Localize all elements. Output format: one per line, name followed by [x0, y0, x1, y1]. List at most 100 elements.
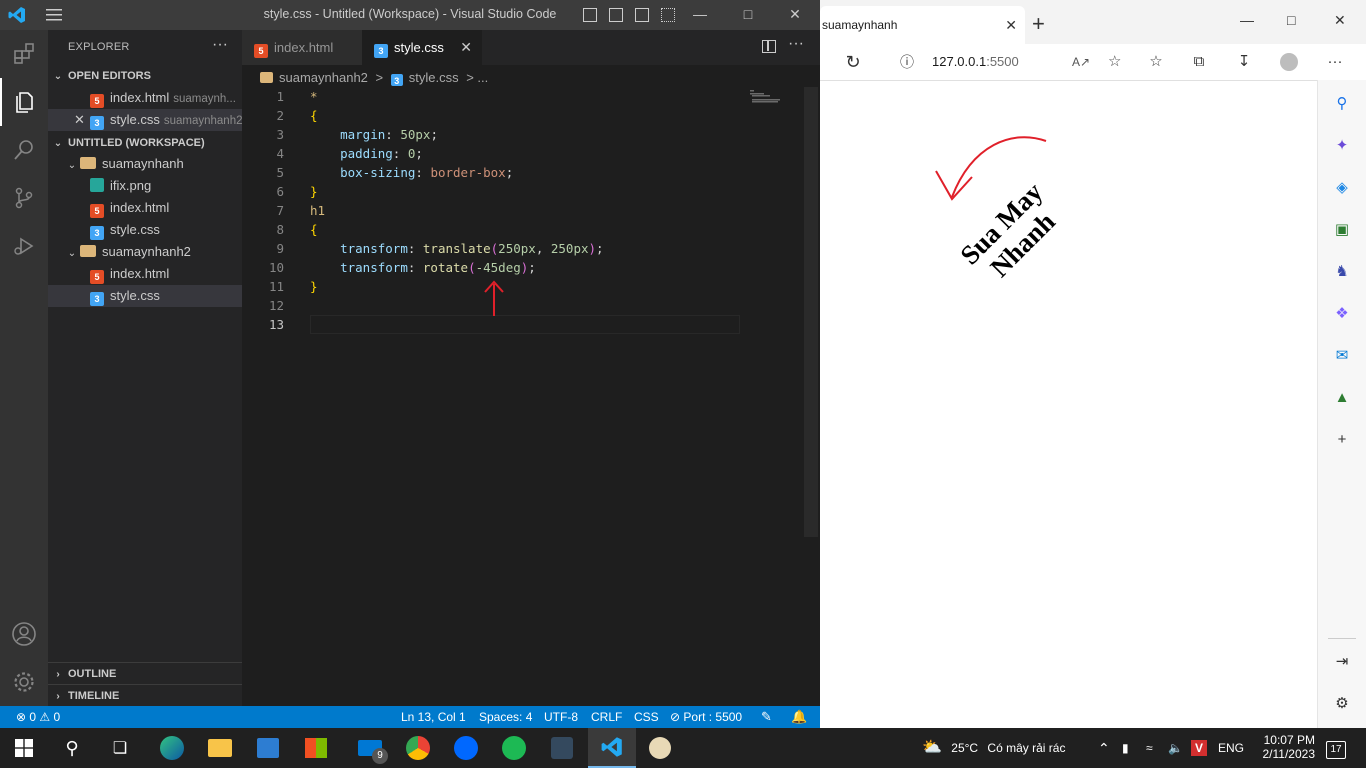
settings-more-icon[interactable]: ···: [1326, 53, 1344, 71]
accounts-icon[interactable]: [0, 610, 48, 658]
search-icon[interactable]: ⚲: [1332, 94, 1352, 114]
file-explorer-app-icon[interactable]: [196, 728, 244, 768]
explorer-more-button[interactable]: ···: [212, 36, 228, 54]
hide-sidebar-icon[interactable]: ⇥: [1332, 652, 1352, 672]
taskbar-search-icon[interactable]: ⚲: [48, 728, 96, 768]
outline-header[interactable]: › OUTLINE: [48, 662, 242, 684]
input-language[interactable]: ENG: [1218, 728, 1244, 768]
clock[interactable]: 10:07 PM 2/11/2023: [1255, 728, 1316, 768]
collections-icon[interactable]: ⧉: [1190, 53, 1208, 71]
close-button[interactable]: ✕: [785, 6, 805, 24]
manage-gear-icon[interactable]: [0, 658, 48, 706]
breadcrumb-folder[interactable]: suamaynhanh2: [279, 70, 368, 85]
refresh-icon[interactable]: ↻: [844, 53, 862, 71]
editor-more-icon[interactable]: ···: [788, 35, 804, 53]
file-style-css-2[interactable]: 3 style.css: [48, 285, 242, 307]
volume-icon[interactable]: 🔈: [1168, 728, 1183, 768]
close-tab-icon[interactable]: ✕: [1005, 6, 1017, 44]
copilot-sparkle-icon[interactable]: ✦: [1332, 136, 1352, 156]
read-aloud-icon[interactable]: A↗: [1072, 47, 1090, 77]
chrome-app-icon[interactable]: [394, 728, 442, 768]
tools-icon[interactable]: ▣: [1332, 220, 1352, 240]
source-control-icon[interactable]: [0, 174, 48, 222]
file-index-html[interactable]: 5 index.html: [48, 197, 242, 219]
vscode-app-icon[interactable]: [588, 728, 636, 768]
start-button[interactable]: [0, 728, 48, 768]
run-debug-icon[interactable]: [0, 222, 48, 270]
site-info-icon[interactable]: ⓘ: [900, 47, 914, 77]
folder-suamaynhanh2[interactable]: ⌄ suamaynhanh2: [48, 241, 242, 263]
close-button[interactable]: ✕: [1334, 12, 1346, 29]
downloads-icon[interactable]: ↧: [1235, 53, 1253, 71]
open-editor-style-css[interactable]: ✕ 3 style.css suamaynhanh2: [48, 109, 242, 131]
toggle-panel-icon[interactable]: [609, 8, 623, 22]
edge-app-icon[interactable]: [148, 728, 196, 768]
code-line-3: margin: 50px;: [340, 127, 438, 142]
address-bar[interactable]: ⓘ 127.0.0.1:5500 A↗ ☆: [882, 47, 1132, 77]
split-editor-icon[interactable]: [762, 40, 776, 53]
toggle-secondary-sidebar-icon[interactable]: [635, 8, 649, 22]
menu-icon[interactable]: [46, 8, 62, 22]
search-icon[interactable]: [0, 126, 48, 174]
sql-app-icon[interactable]: [538, 728, 586, 768]
workspace-header[interactable]: ⌄ UNTITLED (WORKSPACE): [48, 132, 242, 154]
wifi-icon[interactable]: ≈: [1146, 728, 1153, 768]
indentation-status[interactable]: Spaces: 4: [479, 706, 532, 728]
notifications-icon[interactable]: 17: [1326, 728, 1346, 768]
zalo-app-icon[interactable]: [442, 728, 490, 768]
live-server-port[interactable]: ⊘ Port : 5500: [670, 706, 742, 728]
open-editors-header[interactable]: ⌄ OPEN EDITORS: [48, 65, 242, 87]
folder-icon: [260, 72, 273, 83]
encoding-status[interactable]: UTF-8: [544, 706, 578, 728]
sidebar-settings-gear-icon[interactable]: ⚙: [1332, 694, 1352, 714]
notifications-bell-icon[interactable]: 🔔: [791, 706, 807, 728]
minimize-button[interactable]: —: [690, 6, 710, 24]
close-editor-icon[interactable]: ✕: [74, 109, 90, 131]
weather-widget[interactable]: ⛅ 25°C Có mây rải rác: [922, 728, 1065, 768]
maximize-button[interactable]: □: [1287, 12, 1295, 28]
customize-layout-icon[interactable]: [661, 8, 675, 22]
open-editor-index-html[interactable]: 5 index.html suamaynh...: [48, 87, 242, 109]
add-sidebar-app-icon[interactable]: +: [1332, 430, 1352, 450]
task-view-icon[interactable]: ❏: [96, 728, 144, 768]
breadcrumb-file[interactable]: style.css: [409, 70, 459, 85]
spotify-app-icon[interactable]: [490, 728, 538, 768]
file-ifix-png[interactable]: ifix.png: [48, 175, 242, 197]
timeline-header[interactable]: › TIMELINE: [48, 684, 242, 706]
problems-status[interactable]: ⊗ 0 ⚠ 0: [16, 706, 60, 728]
tab-style-css[interactable]: 3 style.css ✕: [362, 30, 482, 65]
profile-avatar[interactable]: [1280, 53, 1298, 71]
eol-status[interactable]: CRLF: [591, 706, 622, 728]
new-tab-button[interactable]: +: [1032, 12, 1045, 36]
shopping-tag-icon[interactable]: ◈: [1332, 178, 1352, 198]
extensions-icon[interactable]: [0, 30, 48, 78]
folder-suamaynhanh[interactable]: ⌄ suamaynhanh: [48, 153, 242, 175]
outlook-icon[interactable]: ✉: [1332, 346, 1352, 366]
add-favorite-icon[interactable]: ☆: [1108, 47, 1121, 77]
close-tab-icon[interactable]: ✕: [460, 30, 472, 65]
antivirus-icon[interactable]: V: [1191, 728, 1207, 768]
maximize-button[interactable]: □: [738, 6, 758, 24]
language-mode[interactable]: CSS: [634, 706, 659, 728]
editor-scrollbar[interactable]: [804, 87, 818, 537]
file-style-css[interactable]: 3 style.css: [48, 219, 242, 241]
minimap[interactable]: [750, 90, 810, 120]
explorer-icon[interactable]: [0, 78, 48, 126]
minimize-button[interactable]: —: [1240, 12, 1254, 28]
store-app-icon[interactable]: [292, 728, 340, 768]
drop-tree-icon[interactable]: ▲: [1332, 388, 1352, 408]
file-index-html-2[interactable]: 5 index.html: [48, 263, 242, 285]
show-hidden-icons-chevron-up-icon[interactable]: ⌃: [1098, 728, 1110, 768]
photos-app-icon[interactable]: [244, 728, 292, 768]
mail-app-icon[interactable]: 9: [346, 728, 394, 768]
cursor-position[interactable]: Ln 13, Col 1: [401, 706, 466, 728]
games-icon[interactable]: ♞: [1332, 262, 1352, 282]
toggle-sidebar-icon[interactable]: [583, 8, 597, 22]
battery-icon[interactable]: ▮: [1122, 728, 1129, 768]
favorites-icon[interactable]: ☆: [1147, 53, 1165, 71]
office-icon[interactable]: ❖: [1332, 304, 1352, 324]
paint-app-icon[interactable]: [636, 728, 684, 768]
browser-tab[interactable]: suamaynhanh ✕: [820, 6, 1025, 44]
feedback-icon[interactable]: ✎: [761, 706, 772, 728]
tab-index-html[interactable]: 5 index.html: [242, 30, 362, 65]
